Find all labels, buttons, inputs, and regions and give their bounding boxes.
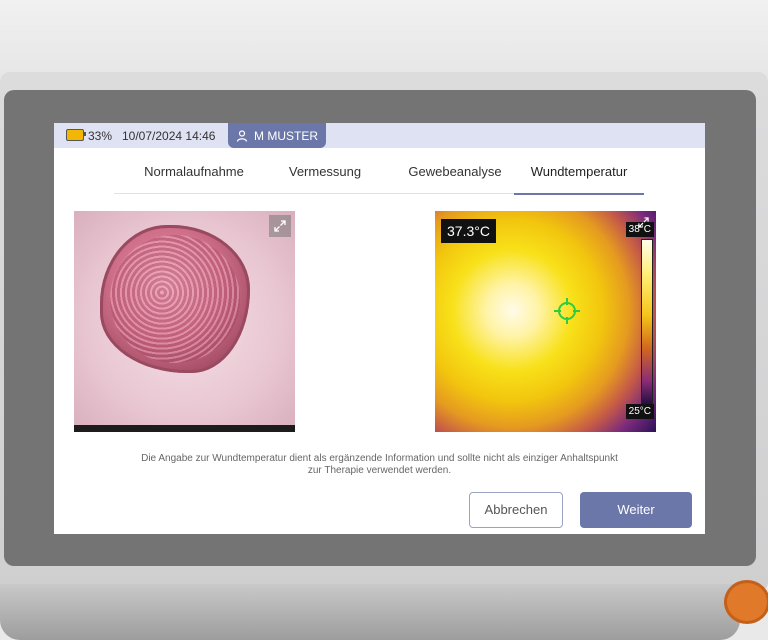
tab-gewebeanalyse[interactable]: Gewebeanalyse	[394, 157, 516, 193]
photo-bottom-bar	[74, 425, 295, 432]
datetime: 10/07/2024 14:46	[122, 129, 216, 143]
tab-normalaufnahme[interactable]: Normalaufnahme	[134, 157, 254, 193]
cancel-button[interactable]: Abbrechen	[469, 492, 563, 528]
tab-bar: Normalaufnahme Vermessung Gewebeanalyse …	[114, 157, 644, 195]
device-top	[0, 0, 768, 78]
expand-icon[interactable]	[634, 213, 652, 231]
crosshair-icon	[554, 298, 580, 324]
wound-photo[interactable]	[74, 211, 295, 432]
scale-min-label: 25°C	[625, 404, 654, 419]
thermal-image[interactable]: 37.3°C 38°C 25°C	[435, 211, 656, 432]
battery-tip	[84, 132, 86, 136]
temperature-scale-bar	[641, 239, 653, 407]
next-button[interactable]: Weiter	[580, 492, 692, 528]
user-tab[interactable]: M MUSTER	[228, 123, 326, 148]
battery-percent: 33%	[88, 129, 113, 143]
user-name: M MUSTER	[254, 128, 318, 143]
measured-temperature: 37.3°C	[441, 219, 496, 243]
app-screen: 33% 10/07/2024 14:46 M MUSTER Normalaufn…	[54, 123, 705, 534]
wound-bed	[100, 225, 250, 373]
device-bottom	[0, 584, 740, 640]
disclaimer-text: Die Angabe zur Wundtemperatur dient als …	[141, 453, 618, 476]
user-icon	[236, 129, 248, 142]
expand-icon[interactable]	[269, 215, 291, 237]
device-knob	[724, 580, 768, 624]
tab-wundtemperatur[interactable]: Wundtemperatur	[514, 157, 644, 195]
status-bar: 33% 10/07/2024 14:46 M MUSTER	[54, 123, 705, 148]
battery-icon	[66, 129, 84, 141]
tab-vermessung[interactable]: Vermessung	[274, 157, 376, 193]
